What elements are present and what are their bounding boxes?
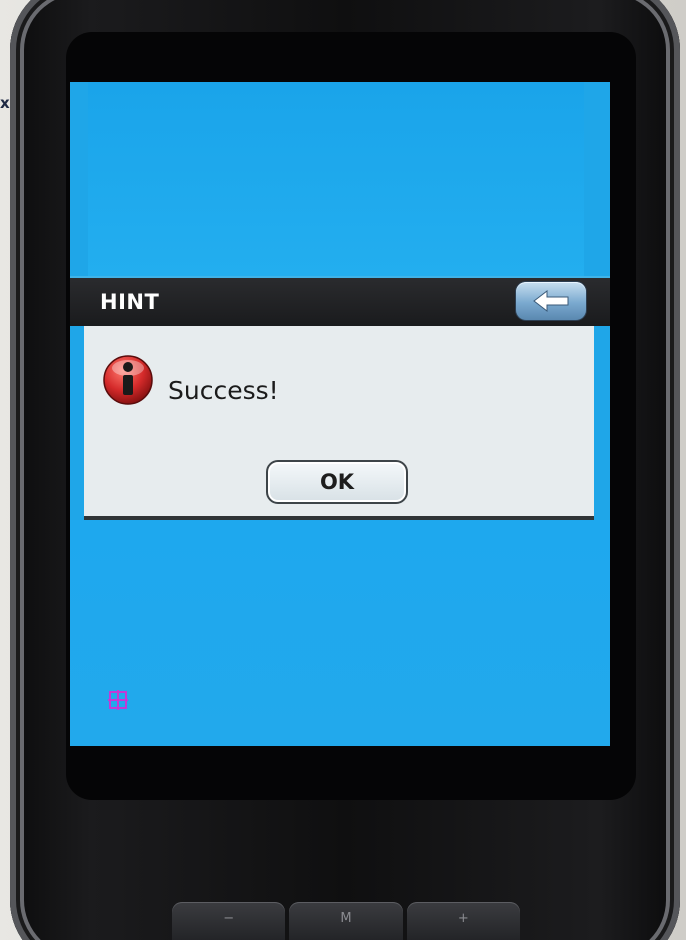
back-arrow-icon bbox=[533, 290, 569, 312]
hardware-buttons: − M + bbox=[170, 902, 522, 940]
hardware-menu-button[interactable]: M bbox=[289, 902, 403, 940]
photo-background: x. HINT Success! OK − M + bbox=[0, 0, 686, 940]
crosshair-cursor-icon bbox=[108, 690, 128, 710]
hardware-plus-button[interactable]: + bbox=[406, 902, 520, 940]
info-icon bbox=[103, 355, 153, 405]
hardware-minus-button[interactable]: − bbox=[172, 902, 286, 940]
screen-background-top bbox=[88, 82, 584, 276]
dialog-body: Success! OK bbox=[84, 326, 594, 520]
dialog-title: HINT bbox=[100, 290, 160, 314]
back-button[interactable] bbox=[516, 282, 586, 320]
ok-button[interactable]: OK bbox=[266, 460, 408, 504]
dialog-message: Success! bbox=[168, 376, 279, 405]
dialog-title-bar: HINT bbox=[70, 276, 610, 326]
phone-screen: HINT Success! OK bbox=[70, 82, 610, 746]
screen-background-bottom bbox=[70, 520, 610, 746]
